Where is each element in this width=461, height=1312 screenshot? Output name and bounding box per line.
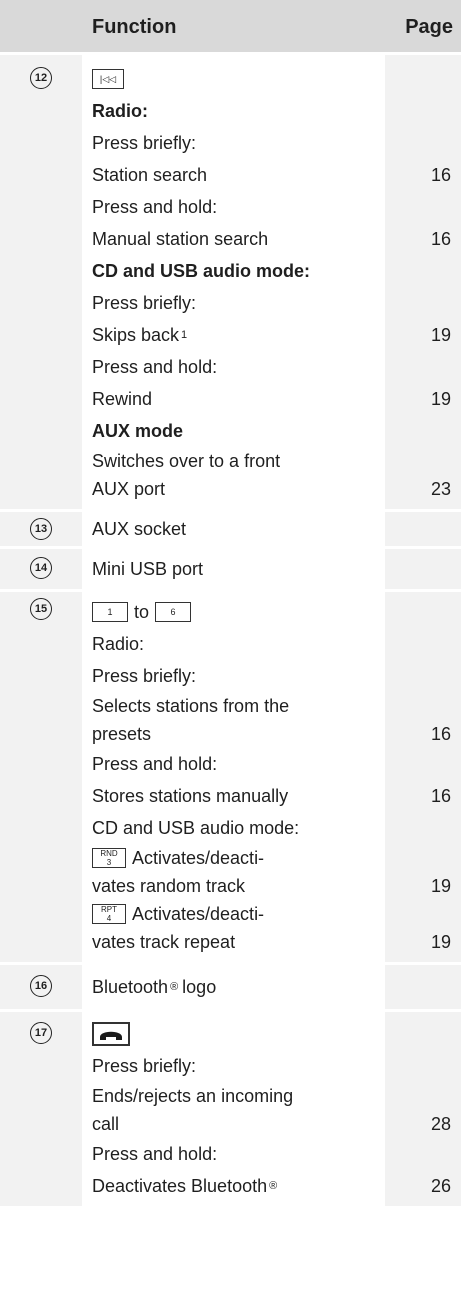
text-line: AUX port: [92, 478, 166, 499]
text-line: Deactivates Bluetooth: [92, 1175, 268, 1196]
item-number: 15: [30, 598, 52, 620]
text-line: Press and hold:: [92, 196, 218, 217]
item-number: 16: [30, 975, 52, 997]
page-ref: 26: [430, 1175, 451, 1196]
text-line: Press and hold:: [92, 356, 218, 377]
text-line: Rewind: [92, 388, 153, 409]
text-line: Press briefly:: [92, 1055, 197, 1076]
aux-mode-heading: AUX mode: [92, 420, 184, 441]
preset-6-key-icon: 6: [155, 602, 192, 622]
item-number: 13: [30, 518, 52, 540]
item-number: 12: [30, 67, 52, 89]
header-page: Page: [405, 16, 453, 38]
text-line: Press and hold:: [92, 1143, 218, 1164]
page-ref: 28: [430, 1113, 451, 1134]
skip-back-key-icon: |◁◁: [92, 69, 124, 89]
registered-mark: ®: [170, 981, 179, 993]
text-line: Activates/deacti-: [132, 903, 265, 924]
text-line: AUX socket: [92, 518, 187, 539]
table-row: 15 1 to 6 Radio: Press briefly: Selects …: [0, 592, 461, 965]
page-ref: 23: [430, 478, 451, 499]
page-ref: 19: [430, 875, 451, 896]
header-function: Function: [92, 16, 177, 38]
key-number: 3: [106, 858, 112, 867]
key-number: 4: [106, 914, 112, 923]
phone-handset-icon: [92, 1022, 130, 1046]
page-ref: 16: [430, 228, 451, 249]
table-row: 17 Press briefly: Ends/rejects an incomi…: [0, 1012, 461, 1206]
radio-heading: Radio:: [92, 100, 148, 121]
key-label: RND: [100, 849, 118, 858]
text-line: Ends/rejects an incoming: [92, 1085, 294, 1106]
page-ref: 16: [430, 785, 451, 806]
item-number: 17: [30, 1022, 52, 1044]
page-ref: 16: [430, 164, 451, 185]
phone-handset-icon: [100, 1031, 122, 1040]
text-line: Skips back: [92, 324, 180, 345]
text-line: Press briefly:: [92, 665, 197, 686]
text-line: Press briefly:: [92, 292, 197, 313]
preset-1-key-icon: 1: [92, 602, 128, 622]
page-ref: 19: [430, 388, 451, 409]
table-row: 14 Mini USB port: [0, 549, 461, 592]
cd-usb-heading: CD and USB audio mode:: [92, 260, 311, 281]
text-line: Manual station search: [92, 228, 269, 249]
text-line: to: [134, 601, 150, 622]
function-table: Function Page 12 |◁◁ Radio: Press briefl…: [0, 0, 461, 1206]
text-line: Selects stations from the: [92, 695, 290, 716]
header-num-cell: [0, 0, 82, 52]
text-line: presets: [92, 723, 152, 744]
text-line: Activates/deacti-: [132, 847, 265, 868]
registered-mark: ®: [269, 1180, 278, 1192]
text-line: vates random track: [92, 875, 246, 896]
text-line: vates track repeat: [92, 931, 236, 952]
text-line: Stores stations manually: [92, 785, 289, 806]
table-row: 16 Bluetooth ® logo: [0, 965, 461, 1012]
text-line: CD and USB audio mode:: [92, 817, 300, 838]
page-ref: 16: [430, 723, 451, 744]
text-line: Switches over to a front: [92, 450, 281, 471]
text-line: Press briefly:: [92, 132, 197, 153]
table-header: Function Page: [0, 0, 461, 55]
text-line: logo: [182, 976, 217, 997]
text-line: Bluetooth: [92, 976, 169, 997]
footnote-marker: 1: [181, 329, 188, 341]
item-number: 14: [30, 557, 52, 579]
text-line: Station search: [92, 164, 208, 185]
key-label: RPT: [101, 905, 117, 914]
text-line: call: [92, 1113, 120, 1134]
random-key-icon: RND 3: [92, 848, 126, 868]
text-line: Press and hold:: [92, 753, 218, 774]
page-ref: 19: [430, 324, 451, 345]
text-line: Radio:: [92, 633, 145, 654]
text-line: Mini USB port: [92, 558, 204, 579]
table-row: 12 |◁◁ Radio: Press briefly: Station sea…: [0, 55, 461, 512]
page-ref: 19: [430, 931, 451, 952]
repeat-key-icon: RPT 4: [92, 904, 126, 924]
table-row: 13 AUX socket: [0, 512, 461, 549]
